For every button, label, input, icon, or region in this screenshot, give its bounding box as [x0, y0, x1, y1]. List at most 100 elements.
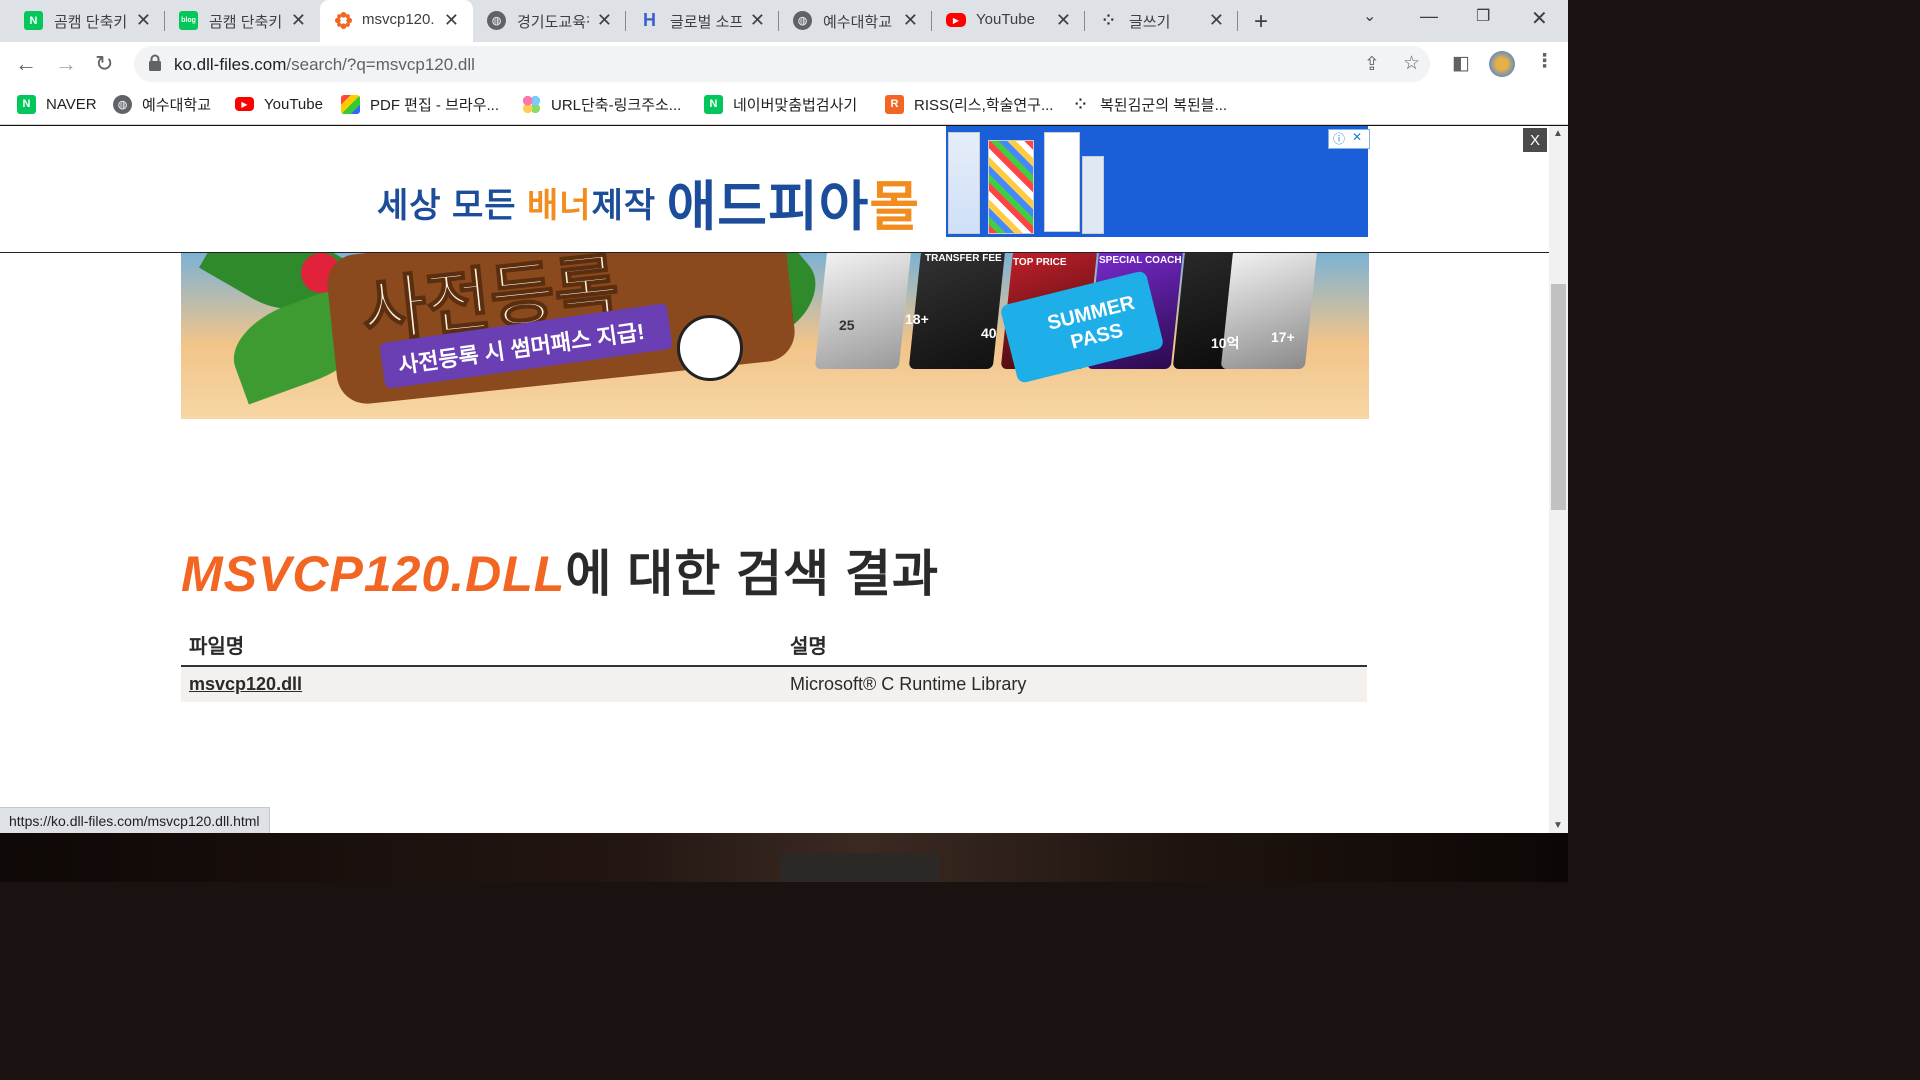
card-number: 18+	[905, 311, 929, 327]
ad-close-icon[interactable]: ✕	[1352, 130, 1362, 144]
page-scrollbar[interactable]: ▲ ▼	[1549, 126, 1568, 833]
wallpaper-detail	[780, 853, 940, 882]
description-cell: Microsoft® C Runtime Library	[782, 666, 1367, 702]
adpia-banner-ad[interactable]: 세상 모든 배너제작 애드피아몰	[182, 126, 1368, 237]
search-query: MSVCP120.DLL	[181, 546, 566, 602]
card-label: TRANSFER FEE	[925, 253, 1002, 264]
bookmark-riss[interactable]: R RISS(리스,학술연구...	[885, 94, 1053, 114]
table-header-row: 파일명 설명	[181, 620, 1367, 667]
background-wallpaper-strip	[0, 833, 1568, 882]
lock-icon[interactable]	[148, 54, 162, 72]
url-text[interactable]: ko.dll-files.com/search/?q=msvcp120.dll	[174, 55, 475, 75]
tab-8[interactable]: ⁘ 글쓰기 ✕	[1085, 0, 1238, 42]
tab-search-chevron-icon[interactable]: ⌄	[1363, 6, 1376, 26]
player-card	[814, 253, 912, 369]
close-window-button[interactable]: ✕	[1531, 6, 1548, 31]
bookmark-naver[interactable]: N NAVER	[17, 94, 97, 114]
tab-3-active[interactable]: msvcp120.dll ✕	[320, 0, 473, 42]
filename-cell: msvcp120.dll	[181, 666, 782, 702]
ad-brand-suffix: 몰	[869, 177, 921, 237]
ad-info-icon[interactable]: ⓘ	[1333, 130, 1345, 147]
close-tab-icon[interactable]: ✕	[1056, 10, 1071, 30]
bookmark-label: 예수대학교	[142, 96, 212, 114]
new-tab-button[interactable]: +	[1254, 8, 1268, 36]
bookmark-spellcheck[interactable]: N 네이버맞춤법검사기	[704, 94, 857, 114]
bookmark-label: 네이버맞춤법검사기	[733, 96, 858, 114]
tab-5[interactable]: H 글로벌 소프트 ✕	[626, 0, 779, 42]
card-number: 17+	[1271, 329, 1295, 345]
tab-1[interactable]: N 곰캠 단축키 ✕	[0, 0, 165, 42]
tab-4[interactable]: ◍ 경기도교육청 ✕	[473, 0, 626, 42]
ad-banner-stand	[948, 132, 980, 234]
browser-toolbar: ← → ↻ ko.dll-files.com/search/?q=msvcp12…	[0, 42, 1568, 86]
dots-icon: ⁘	[1074, 95, 1087, 112]
ad-banner-stand	[988, 140, 1034, 234]
bookmark-label: NAVER	[46, 95, 97, 113]
card-number: 25	[839, 317, 855, 333]
tab-title: 예수대학교	[823, 14, 893, 31]
profile-avatar[interactable]	[1489, 51, 1515, 77]
card-label: TOP PRICE	[1013, 257, 1067, 268]
tab-separator	[1237, 11, 1238, 31]
tab-2[interactable]: blog 곰캠 단축키 ✕	[165, 0, 320, 42]
bookmark-label: RISS(리스,학술연구...	[914, 96, 1054, 114]
tab-title: 글로벌 소프트	[670, 14, 742, 31]
reload-button[interactable]: ↻	[95, 51, 113, 77]
bookmark-youtube[interactable]: ▶ YouTube	[235, 94, 323, 114]
side-panel-icon[interactable]: ◧	[1452, 52, 1470, 75]
minimize-button[interactable]: —	[1420, 6, 1438, 27]
ad-text-highlight: 배너	[527, 187, 592, 225]
restore-button[interactable]: ❐	[1476, 6, 1490, 26]
tab-title: 곰캠 단축키	[209, 14, 281, 31]
heading-suffix: 에 대한 검색 결과	[565, 546, 940, 602]
card-label: SPECIAL COACH	[1099, 255, 1182, 266]
scroll-up-icon[interactable]: ▲	[1553, 128, 1563, 139]
close-tab-icon[interactable]: ✕	[291, 10, 306, 30]
bookmark-label: 복된김군의 복된블...	[1100, 96, 1228, 114]
forward-button[interactable]: →	[55, 51, 77, 77]
close-tab-icon[interactable]: ✕	[597, 10, 612, 30]
h-icon: H	[643, 10, 656, 30]
naver-icon: N	[24, 11, 43, 30]
scrollbar-thumb[interactable]	[1551, 284, 1566, 510]
sticky-ad-bar: 세상 모든 배너제작 애드피아몰 ⓘ ✕	[0, 126, 1549, 253]
globe-icon: ◍	[113, 94, 132, 114]
url-path: /search/?q=msvcp120.dll	[286, 55, 475, 74]
tab-strip: N 곰캠 단축키 ✕ blog 곰캠 단축키 ✕ msvcp120.dll ✕ …	[0, 0, 1568, 42]
table-row: msvcp120.dll Microsoft® C Runtime Librar…	[181, 666, 1367, 702]
bookmark-url-shortener[interactable]: URL단축-링크주소...	[522, 94, 681, 114]
dll-files-icon	[334, 11, 353, 30]
column-header-description: 설명	[782, 620, 1367, 667]
globe-icon: ◍	[793, 11, 812, 30]
ad-choices-badge[interactable]: ⓘ ✕	[1328, 129, 1370, 149]
tab-title: 곰캠 단축키	[54, 14, 126, 31]
close-tab-icon[interactable]: ✕	[750, 10, 765, 30]
game-banner-ad[interactable]: 사전등록 사전등록 시 썸머패스 지급! TRANSFER FEE TOP PR…	[181, 253, 1369, 419]
bookmark-blog[interactable]: ⁘ 복된김군의 복된블...	[1071, 94, 1227, 114]
bookmark-star-icon[interactable]: ☆	[1403, 52, 1420, 75]
youtube-icon: ▶	[235, 97, 254, 111]
tab-title: msvcp120.dll	[362, 11, 434, 28]
close-tab-icon[interactable]: ✕	[1209, 10, 1224, 30]
tab-7[interactable]: ▶ YouTube ✕	[932, 0, 1085, 42]
tab-title: 경기도교육청	[517, 14, 589, 31]
scroll-down-icon[interactable]: ▼	[1553, 820, 1563, 831]
page-viewport: 세상 모든 배너제작 애드피아몰 ⓘ ✕ 사전등록 사전등록 시 썸머패스 지급…	[0, 126, 1549, 798]
bookmark-pdf[interactable]: PDF 편집 - 브라우...	[341, 94, 499, 114]
close-tab-icon[interactable]: ✕	[903, 10, 918, 30]
tab-6[interactable]: ◍ 예수대학교 ✕	[779, 0, 932, 42]
close-tab-icon[interactable]: ✕	[444, 10, 459, 30]
address-bar[interactable]: ko.dll-files.com/search/?q=msvcp120.dll …	[134, 46, 1430, 82]
soccer-ball-icon	[677, 315, 743, 381]
back-button[interactable]: ←	[15, 51, 37, 77]
ad-close-button[interactable]: X	[1523, 128, 1547, 152]
column-header-filename: 파일명	[181, 620, 782, 667]
share-icon[interactable]: ⇪	[1364, 53, 1380, 76]
ad-slogan: 세상 모든 배너제작 애드피아몰	[377, 154, 920, 237]
bookmark-label: URL단축-링크주소...	[551, 96, 682, 114]
bookmark-university[interactable]: ◍ 예수대학교	[113, 94, 211, 114]
close-tab-icon[interactable]: ✕	[136, 10, 151, 30]
dll-file-link[interactable]: msvcp120.dll	[189, 674, 302, 694]
menu-kebab-icon[interactable]: ⋮	[1535, 50, 1554, 73]
card-number: 40	[981, 325, 997, 341]
